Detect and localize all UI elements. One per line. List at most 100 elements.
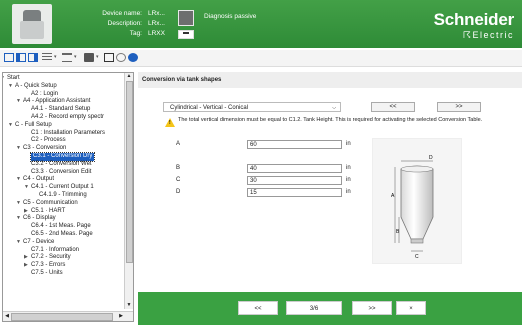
expand-arrow-icon[interactable]: ▼ bbox=[16, 239, 21, 247]
dimension-c-input[interactable]: 30 bbox=[247, 176, 342, 185]
scroll-thumb[interactable] bbox=[126, 81, 133, 263]
collapse-arrow-icon[interactable]: ▶ bbox=[24, 208, 28, 216]
tree-item[interactable]: C6.4 - 1st Meas. Page bbox=[5, 223, 123, 231]
expand-arrow-icon[interactable]: ▼ bbox=[16, 98, 21, 106]
expand-arrow-icon[interactable]: ▼ bbox=[16, 176, 21, 184]
diagram-label-d: D bbox=[429, 155, 433, 161]
tree-item[interactable]: ▼ C7 - Device bbox=[5, 239, 123, 247]
vertical-scrollbar[interactable]: ▲ ▼ bbox=[124, 73, 133, 309]
tree-item[interactable]: ▼ A4 - Application Assistant bbox=[5, 98, 123, 106]
diagram-label-a: A bbox=[391, 193, 395, 199]
warning-icon: ! bbox=[165, 118, 175, 127]
tree-item[interactable]: C3.3 · Conversion Edit bbox=[5, 169, 123, 177]
dimension-d-input[interactable]: 15 bbox=[247, 188, 342, 197]
dimension-a-input[interactable]: 60 bbox=[247, 140, 342, 149]
collapse-arrow-icon[interactable]: ▶ bbox=[24, 254, 28, 262]
tree-item-label: C3.2 - Conversion Wet bbox=[31, 160, 92, 167]
tree-item-label: A - Quick Setup bbox=[15, 82, 57, 89]
header-labels: Device name: Description: Tag: bbox=[84, 9, 142, 39]
tree-item[interactable]: C4.1.9 - Trimming bbox=[5, 192, 123, 200]
tree-item[interactable]: ▼ A - Quick Setup bbox=[5, 83, 123, 91]
tree-item-label: C - Full Setup bbox=[15, 121, 52, 128]
field-label-b: B bbox=[176, 165, 181, 171]
tree-item-label: C6.5 - 2nd Meas. Page bbox=[31, 230, 93, 237]
tree-item[interactable]: C6.5 - 2nd Meas. Page bbox=[5, 231, 123, 239]
dropdown-arrow-icon[interactable]: ▾ bbox=[74, 53, 84, 62]
list-view-icon[interactable] bbox=[42, 53, 52, 62]
tree-item[interactable]: ▼ C5 - Communication bbox=[5, 200, 123, 208]
tree-item[interactable]: ▼ C - Full Setup bbox=[5, 122, 123, 130]
expand-arrow-icon[interactable]: ▼ bbox=[16, 200, 21, 208]
previous-shape-button[interactable]: << bbox=[371, 102, 415, 112]
tree-item-label: C2 - Process bbox=[31, 137, 66, 144]
diagnosis-status-icon bbox=[178, 10, 194, 26]
settings-icon[interactable] bbox=[116, 53, 126, 62]
scroll-up-icon[interactable]: ▲ bbox=[125, 73, 133, 80]
diagram-label-c: C bbox=[415, 254, 419, 260]
tree-item-label: A4.2 - Record empty spectr bbox=[31, 113, 105, 120]
tree-item[interactable]: ▶ C7.2 - Security bbox=[5, 254, 123, 262]
device-image bbox=[12, 4, 52, 44]
tree-item-label: C3.1 - Conversion Dry bbox=[29, 151, 96, 162]
tree-item-label: C1 : Installation Parameters bbox=[31, 129, 106, 136]
next-page-button[interactable]: >> bbox=[352, 301, 392, 315]
tree-item[interactable]: ▼ C6 - Display bbox=[5, 215, 123, 223]
layout-left-icon[interactable] bbox=[16, 53, 26, 62]
tank-shape-value: Cylindrical - Vertical - Conical bbox=[170, 105, 249, 111]
tree-item-label: C4 - Output bbox=[23, 176, 55, 183]
tree-item[interactable]: C7.1 · Information bbox=[5, 247, 123, 255]
tag-value: LRXX bbox=[148, 30, 165, 37]
unit-d: in bbox=[346, 189, 351, 195]
horizontal-scrollbar[interactable]: ◀ ▶ bbox=[3, 311, 133, 321]
export-icon[interactable] bbox=[62, 53, 72, 62]
collapse-arrow-icon[interactable]: ▶ bbox=[24, 262, 28, 270]
save-icon[interactable] bbox=[104, 53, 114, 62]
expand-arrow-icon[interactable]: ▼ bbox=[3, 75, 5, 83]
dimension-b-input[interactable]: 40 bbox=[247, 164, 342, 173]
tree-item-label: A4.1 - Standard Setup bbox=[31, 106, 91, 113]
tree-item[interactable]: C1 : Installation Parameters bbox=[5, 130, 123, 138]
tag-indicator bbox=[178, 30, 194, 39]
field-label-c: C bbox=[176, 177, 181, 183]
tree-item[interactable]: A4.2 - Record empty spectr bbox=[5, 114, 123, 122]
scroll-right-icon[interactable]: ▶ bbox=[117, 312, 125, 321]
help-icon[interactable] bbox=[128, 53, 138, 62]
tree-item[interactable]: C3.1 - Conversion Dry bbox=[5, 151, 123, 162]
layout-full-icon[interactable] bbox=[4, 53, 14, 62]
first-page-button[interactable]: << bbox=[238, 301, 278, 315]
info-message: The total vertical dimension must be equ… bbox=[178, 117, 483, 123]
page-indicator: 3/6 bbox=[286, 301, 342, 315]
expand-arrow-icon[interactable]: ▼ bbox=[24, 184, 29, 192]
layout-right-icon[interactable] bbox=[28, 53, 38, 62]
close-button[interactable]: × bbox=[396, 301, 426, 315]
tree-item[interactable]: A4.1 - Standard Setup bbox=[5, 106, 123, 114]
expand-arrow-icon[interactable]: ▼ bbox=[16, 145, 21, 153]
tank-shape-select[interactable]: Cylindrical - Vertical - Conical ⌵ bbox=[163, 102, 341, 112]
tree-item-label: C7.3 - Errors bbox=[31, 262, 66, 269]
description-label: Description: bbox=[107, 20, 142, 27]
expand-arrow-icon[interactable]: ▼ bbox=[8, 122, 13, 130]
tree-item[interactable]: ▼Start bbox=[3, 75, 123, 83]
next-shape-button[interactable]: >> bbox=[437, 102, 481, 112]
page-title-bar: Conversion via tank shapes bbox=[138, 72, 522, 88]
tree-item[interactable]: ▼ C4.1 - Current Output 1 bbox=[5, 184, 123, 192]
tree-item[interactable]: C3.2 - Conversion Wet bbox=[5, 161, 123, 169]
tree-item[interactable]: ▶ C7.3 - Errors bbox=[5, 262, 123, 270]
hscroll-thumb[interactable] bbox=[11, 313, 113, 321]
expand-arrow-icon[interactable]: ▼ bbox=[8, 83, 13, 91]
tree-item[interactable]: ▶ C5.1 · HART bbox=[5, 208, 123, 216]
tree-item-label: C7.2 - Security bbox=[31, 254, 71, 261]
tank-shape-diagram: A B C D bbox=[372, 138, 462, 264]
scroll-down-icon[interactable]: ▼ bbox=[125, 302, 133, 309]
print-icon[interactable] bbox=[84, 53, 94, 62]
expand-arrow-icon[interactable]: ▼ bbox=[16, 215, 21, 223]
scroll-left-icon[interactable]: ◀ bbox=[3, 312, 11, 321]
tree-item[interactable]: A2 : Login bbox=[5, 91, 123, 99]
tree-item-label: C4.1 - Current Output 1 bbox=[31, 184, 94, 191]
tree-item-label: C5.1 · HART bbox=[31, 207, 66, 214]
tree-item[interactable]: ▼ C4 - Output bbox=[5, 176, 123, 184]
tree-item[interactable]: C2 - Process bbox=[5, 137, 123, 145]
tree-item-label: C6.4 - 1st Meas. Page bbox=[31, 223, 91, 230]
tree-item[interactable]: C7.5 - Units bbox=[5, 270, 123, 278]
tree-item[interactable]: ▼ C3 - Conversion bbox=[5, 145, 123, 153]
